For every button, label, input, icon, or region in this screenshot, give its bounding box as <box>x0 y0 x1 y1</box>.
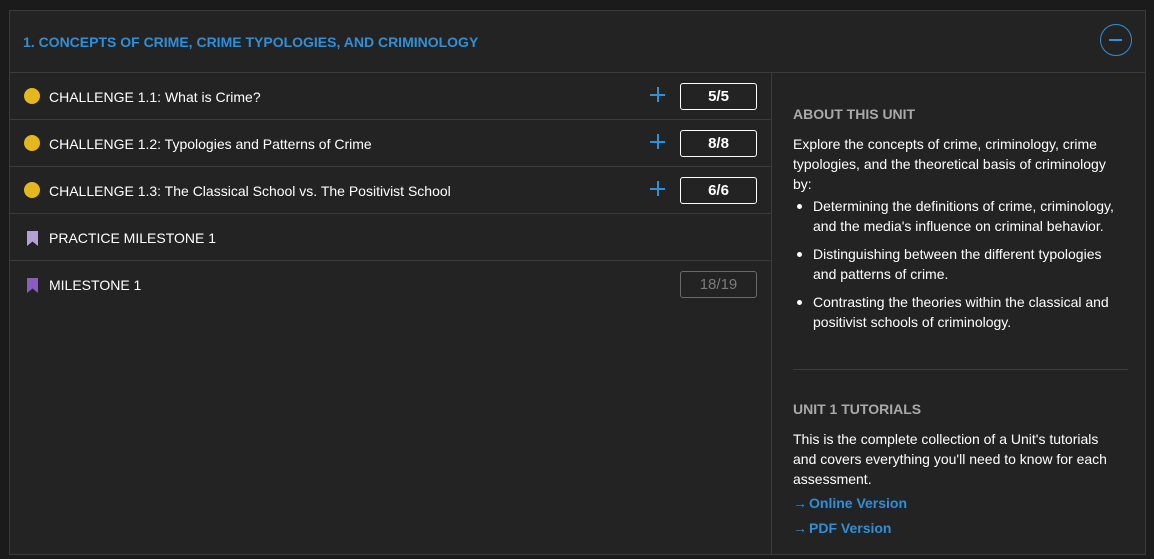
about-intro: Explore the concepts of crime, criminolo… <box>793 136 1106 192</box>
challenge-list: CHALLENGE 1.1: What is Crime? 5/5 CHALLE… <box>10 73 772 555</box>
minus-circle-icon[interactable] <box>1100 24 1132 56</box>
unit-title[interactable]: 1. CONCEPTS OF CRIME, CRIME TYPOLOGIES, … <box>23 34 478 50</box>
divider <box>793 369 1128 370</box>
challenge-row-1-2[interactable]: CHALLENGE 1.2: Typologies and Patterns o… <box>10 120 771 167</box>
bookmark-icon <box>27 231 38 246</box>
about-title: ABOUT THIS UNIT <box>793 106 916 122</box>
tutorials-title: UNIT 1 TUTORIALS <box>793 401 922 417</box>
milestone-label[interactable]: MILESTONE 1 <box>49 277 141 293</box>
plus-icon[interactable] <box>650 134 665 149</box>
unit-header[interactable]: 1. CONCEPTS OF CRIME, CRIME TYPOLOGIES, … <box>10 11 1145 73</box>
plus-icon[interactable] <box>650 181 665 196</box>
about-bullets: Determining the definitions of crime, cr… <box>793 196 1128 340</box>
about-bullet: Distinguishing between the different typ… <box>793 244 1128 284</box>
challenge-label[interactable]: CHALLENGE 1.2: Typologies and Patterns o… <box>49 136 372 152</box>
arrow-right-icon: → <box>793 495 807 511</box>
about-bullet: Contrasting the theories within the clas… <box>793 292 1128 332</box>
status-dot-icon <box>24 88 40 104</box>
online-version-link[interactable]: → Online Version <box>793 495 907 511</box>
challenge-label[interactable]: CHALLENGE 1.1: What is Crime? <box>49 89 261 105</box>
plus-icon[interactable] <box>650 87 665 102</box>
milestone-row[interactable]: MILESTONE 1 18/19 <box>10 261 771 308</box>
unit-panel: 1. CONCEPTS OF CRIME, CRIME TYPOLOGIES, … <box>9 10 1146 555</box>
score-badge[interactable]: 8/8 <box>680 130 757 157</box>
status-dot-icon <box>24 135 40 151</box>
arrow-right-icon: → <box>793 520 807 536</box>
link-label[interactable]: PDF Version <box>809 520 891 536</box>
bookmark-icon <box>27 278 38 293</box>
score-badge[interactable]: 5/5 <box>680 83 757 110</box>
pdf-version-link[interactable]: → PDF Version <box>793 520 891 536</box>
challenge-row-1-3[interactable]: CHALLENGE 1.3: The Classical School vs. … <box>10 167 771 214</box>
link-label[interactable]: Online Version <box>809 495 907 511</box>
status-dot-icon <box>24 182 40 198</box>
unit-sidebar: ABOUT THIS UNIT Explore the concepts of … <box>772 73 1147 555</box>
practice-milestone-row[interactable]: PRACTICE MILESTONE 1 <box>10 214 771 261</box>
tutorials-text: This is the complete collection of a Uni… <box>793 431 1107 487</box>
score-badge[interactable]: 18/19 <box>680 271 757 298</box>
score-badge[interactable]: 6/6 <box>680 177 757 204</box>
about-bullet: Determining the definitions of crime, cr… <box>793 196 1128 236</box>
challenge-label[interactable]: CHALLENGE 1.3: The Classical School vs. … <box>49 183 451 199</box>
challenge-row-1-1[interactable]: CHALLENGE 1.1: What is Crime? 5/5 <box>10 73 771 120</box>
milestone-label[interactable]: PRACTICE MILESTONE 1 <box>49 230 216 246</box>
